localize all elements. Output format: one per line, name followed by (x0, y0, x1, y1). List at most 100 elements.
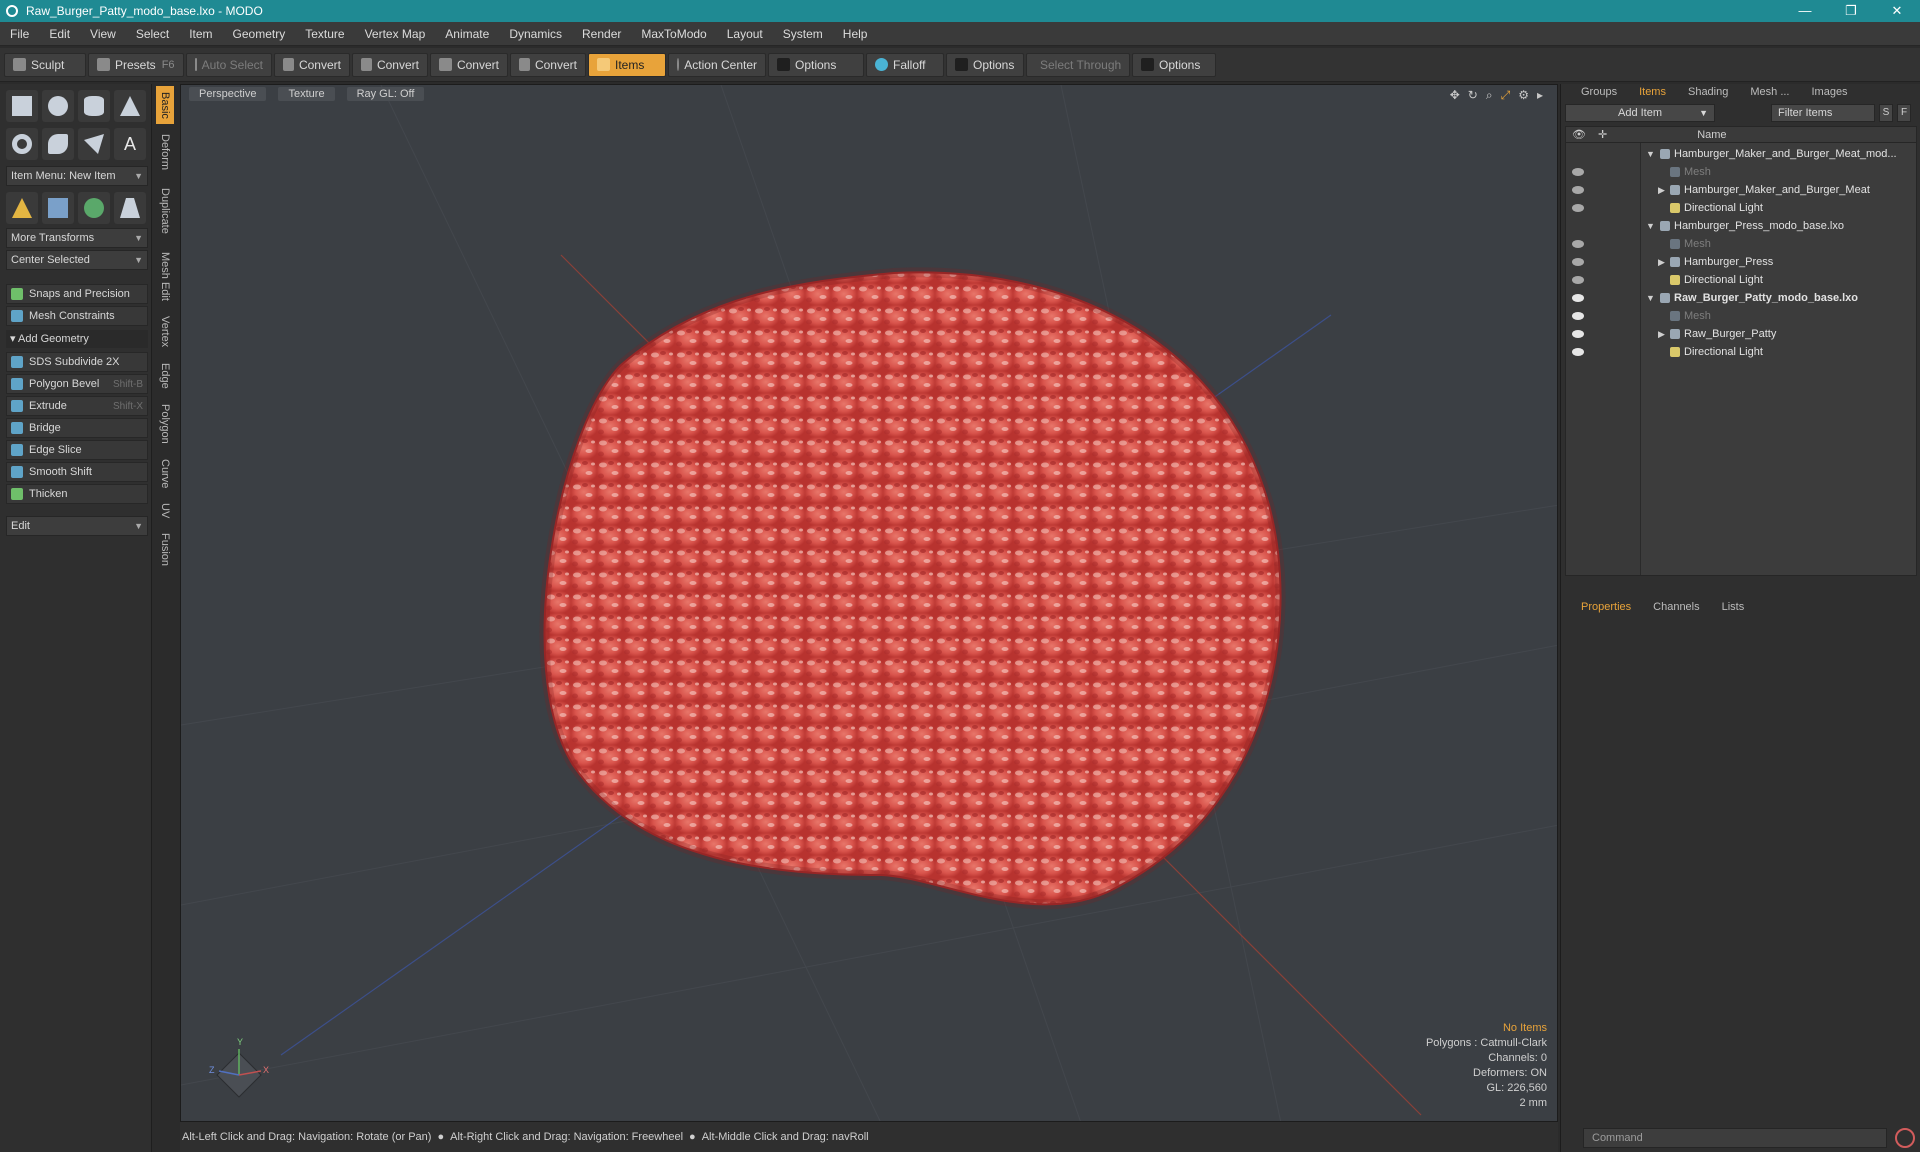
center-selected-dropdown[interactable]: Center Selected ▼ (6, 250, 148, 270)
select-through-button[interactable]: Select Through (1026, 52, 1130, 77)
tab-lists[interactable]: Lists (1722, 601, 1745, 613)
menu-file[interactable]: File (0, 27, 39, 41)
tree-row-scene[interactable]: ▼ Hamburger_Maker_and_Burger_Meat_mod... (1566, 145, 1916, 163)
cylinder-primitive-button[interactable] (78, 90, 110, 122)
menu-vertex-map[interactable]: Vertex Map (355, 27, 436, 41)
tab-shading[interactable]: Shading (1688, 86, 1728, 98)
action-center-button[interactable]: Action Center (668, 52, 766, 77)
smooth-shift-button[interactable]: Smooth Shift (6, 462, 148, 482)
expand-triangle-icon[interactable]: ▶ (1658, 329, 1665, 340)
collapse-triangle-icon[interactable]: ▼ (1646, 221, 1655, 231)
items-mode-button[interactable]: Items (588, 52, 666, 77)
menu-help[interactable]: Help (833, 27, 878, 41)
burger-patty-mesh[interactable] (543, 271, 1282, 906)
3d-viewport[interactable]: Y X Z Perspective Texture Ray GL: Off ✥ … (180, 84, 1558, 1122)
eye-icon[interactable] (1572, 276, 1584, 284)
convert-button-2[interactable]: Convert (352, 52, 428, 77)
zoom-icon[interactable]: ⌕ (1486, 88, 1493, 103)
tab-fusion[interactable]: Fusion (156, 528, 174, 572)
pen-tool-button[interactable] (78, 128, 110, 160)
tree-row-light[interactable]: Directional Light (1566, 343, 1916, 361)
minimize-button[interactable]: — (1782, 0, 1828, 22)
pan-icon[interactable]: ✥ (1450, 88, 1460, 103)
menu-select[interactable]: Select (126, 27, 179, 41)
menu-maxtomodo[interactable]: MaxToModo (631, 27, 716, 41)
eye-icon[interactable] (1572, 204, 1584, 212)
tab-curve[interactable]: Curve (156, 454, 174, 494)
menu-geometry[interactable]: Geometry (223, 27, 296, 41)
edit-dropdown[interactable]: Edit ▼ (6, 516, 148, 536)
viewport-settings-icon[interactable]: ⚙ (1518, 88, 1529, 103)
mesh-constraints-button[interactable]: Mesh Constraints (6, 306, 148, 326)
tree-row-item[interactable]: ▶ Hamburger_Press (1566, 253, 1916, 271)
tab-duplicate[interactable]: Duplicate (156, 180, 174, 242)
move-transform-button[interactable] (6, 192, 38, 224)
cone-primitive-button[interactable] (114, 90, 146, 122)
rotate-view-icon[interactable]: ↻ (1468, 88, 1478, 103)
maximize-button[interactable]: ❐ (1828, 0, 1874, 22)
command-input[interactable]: Command (1583, 1128, 1887, 1148)
tab-channels[interactable]: Channels (1653, 601, 1699, 613)
eye-icon[interactable] (1572, 294, 1584, 302)
tube-tool-button[interactable] (42, 128, 74, 160)
tab-properties[interactable]: Properties (1581, 601, 1631, 613)
eye-icon[interactable] (1572, 258, 1584, 266)
polygon-bevel-button[interactable]: Polygon Bevel Shift-B (6, 374, 148, 394)
scale-transform-button[interactable] (42, 192, 74, 224)
tab-mesh[interactable]: Mesh ... (1750, 86, 1789, 98)
menu-render[interactable]: Render (572, 27, 631, 41)
edge-slice-button[interactable]: Edge Slice (6, 440, 148, 460)
menu-system[interactable]: System (773, 27, 833, 41)
tree-row-mesh[interactable]: Mesh (1566, 163, 1916, 181)
tab-vertex[interactable]: Vertex (156, 310, 174, 354)
expand-triangle-icon[interactable]: ▶ (1658, 185, 1665, 196)
menu-view[interactable]: View (80, 27, 126, 41)
tree-row-light[interactable]: Directional Light (1566, 271, 1916, 289)
snaps-precision-button[interactable]: Snaps and Precision (6, 284, 148, 304)
filter-toggle-button[interactable]: F (1897, 104, 1911, 122)
eye-icon[interactable] (1572, 240, 1584, 248)
torus-primitive-button[interactable] (6, 128, 38, 160)
sphere-primitive-button[interactable] (42, 90, 74, 122)
more-transforms-dropdown[interactable]: More Transforms ▼ (6, 228, 148, 248)
tree-row-light[interactable]: Directional Light (1566, 199, 1916, 217)
ray-gl-toggle[interactable]: Ray GL: Off (346, 87, 425, 101)
item-menu-dropdown[interactable]: Item Menu: New Item ▼ (6, 166, 148, 186)
menu-texture[interactable]: Texture (295, 27, 354, 41)
tab-groups[interactable]: Groups (1581, 86, 1617, 98)
filter-items-input[interactable]: Filter Items (1771, 104, 1875, 122)
maximize-view-icon[interactable]: ⤢ (1501, 88, 1511, 103)
menu-edit[interactable]: Edit (39, 27, 80, 41)
tree-row-scene-active[interactable]: ▼ Raw_Burger_Patty_modo_base.lxo (1566, 289, 1916, 307)
convert-button-3[interactable]: Convert (430, 52, 508, 77)
name-column-header[interactable]: Name (1697, 129, 1726, 141)
options-button-2[interactable]: Options (946, 52, 1024, 77)
sculpt-button[interactable]: Sculpt (4, 52, 86, 77)
eye-icon[interactable] (1572, 330, 1584, 338)
presets-button[interactable]: Presets F6 (88, 52, 184, 77)
extrude-button[interactable]: Extrude Shift-X (6, 396, 148, 416)
tab-deform[interactable]: Deform (156, 128, 174, 176)
search-toggle-button[interactable]: S (1879, 104, 1893, 122)
tree-row-scene[interactable]: ▼ Hamburger_Press_modo_base.lxo (1566, 217, 1916, 235)
tab-items[interactable]: Items (1639, 86, 1666, 98)
add-item-button[interactable]: Add Item ▼ (1565, 104, 1715, 122)
expand-triangle-icon[interactable]: ▶ (1658, 257, 1665, 268)
menu-animate[interactable]: Animate (435, 27, 499, 41)
tab-basic[interactable]: Basic (156, 86, 174, 124)
sds-subdivide-button[interactable]: SDS Subdivide 2X (6, 352, 148, 372)
auto-select-button[interactable]: Auto Select (186, 52, 272, 77)
tree-row-item[interactable]: ▶ Raw_Burger_Patty (1566, 325, 1916, 343)
viewport-menu-icon[interactable]: ▸ (1537, 88, 1543, 103)
text-tool-button[interactable]: A (114, 128, 146, 160)
convert-button-1[interactable]: Convert (274, 52, 350, 77)
tree-row-mesh[interactable]: Mesh (1566, 235, 1916, 253)
tab-mesh-edit[interactable]: Mesh Edit (156, 246, 174, 306)
menu-item[interactable]: Item (179, 27, 222, 41)
command-history-icon[interactable] (1895, 1128, 1915, 1148)
tab-uv[interactable]: UV (156, 498, 174, 524)
cube-primitive-button[interactable] (6, 90, 38, 122)
menu-layout[interactable]: Layout (717, 27, 773, 41)
tree-row-item[interactable]: ▶ Hamburger_Maker_and_Burger_Meat (1566, 181, 1916, 199)
menu-dynamics[interactable]: Dynamics (499, 27, 572, 41)
